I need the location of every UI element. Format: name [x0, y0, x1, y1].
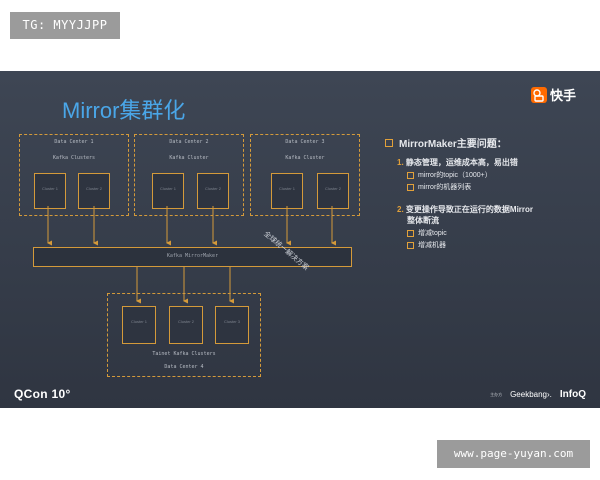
watermark-bottom: www.page-yuyan.com: [437, 440, 590, 468]
checkbox-icon: [407, 183, 414, 191]
issue-item: 2. 变更操作导致正在运行的数据Mirror: [397, 204, 595, 215]
sponsor-logos: 主办方 Geekbang›. InfoQ: [490, 389, 586, 400]
issue-item: 1. 静态管理，运维成本高，易出错: [397, 157, 595, 168]
infoq-logo: InfoQ: [559, 389, 586, 400]
sub-item-text: mirror的topic（1000+）: [418, 172, 492, 179]
issue-number: 1.: [397, 158, 404, 167]
sub-item-text: mirror的机器列表: [418, 184, 472, 191]
sub-item: 增减机器: [407, 240, 595, 250]
issue-text: 变更操作导致正在运行的数据Mirror: [405, 205, 534, 214]
checkbox-icon: [407, 171, 414, 179]
checkbox-icon: [407, 229, 414, 237]
qcon-logo: QCon 10°: [14, 387, 71, 401]
geekbang-logo: Geekbang›.: [510, 390, 552, 399]
presentation-slide: Mirror集群化 快手 Data Center 1 Kafka Cluster…: [0, 71, 600, 408]
panel-heading: MirrorMaker主要问题：: [385, 135, 595, 150]
issues-panel: MirrorMaker主要问题： 1. 静态管理，运维成本高，易出错 mirro…: [385, 135, 595, 250]
checkbox-icon: [385, 138, 393, 147]
sub-item-text: 增减topic: [418, 230, 447, 237]
organizer-label: 主办方: [490, 391, 503, 397]
sub-item: mirror的topic（1000+）: [407, 170, 595, 180]
issue-text: 静态管理，运维成本高，易出错: [405, 158, 518, 167]
sub-item: mirror的机器列表: [407, 182, 595, 192]
panel-heading-text: MirrorMaker主要问题：: [399, 139, 507, 150]
checkbox-icon: [407, 241, 414, 249]
issue-text-continued: 整体断流: [407, 216, 439, 225]
sub-item-text: 增减机器: [418, 242, 446, 249]
issue-number: 2.: [397, 205, 404, 214]
sub-item: 增减topic: [407, 228, 595, 238]
watermark-top: TG: MYYJJPP: [10, 12, 120, 39]
